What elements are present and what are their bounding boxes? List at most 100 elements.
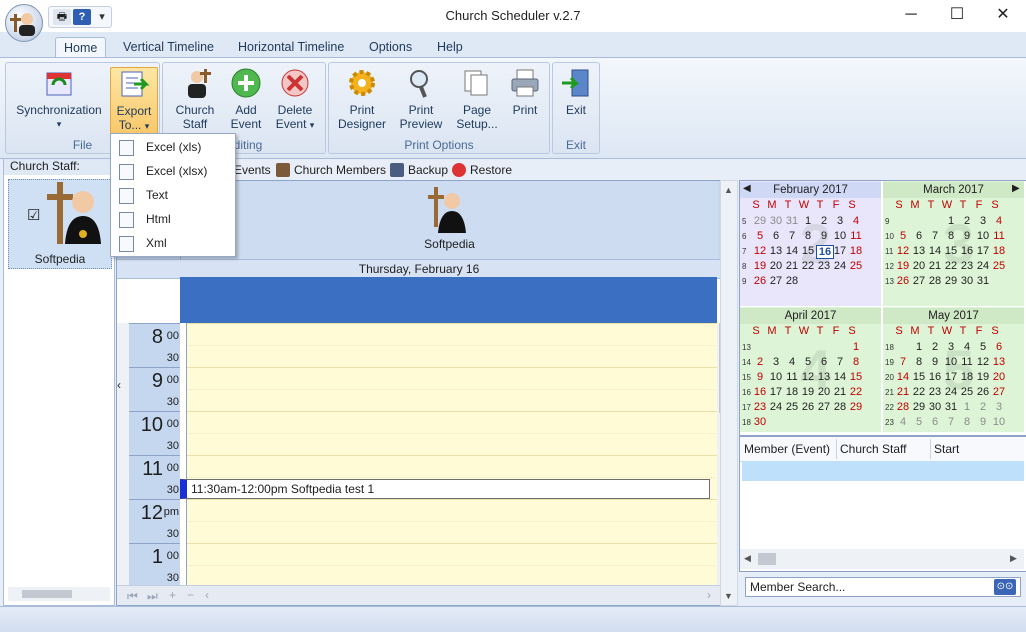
time-grid[interactable] [180,323,718,585]
column-start[interactable]: Start [934,442,959,456]
calendar-day[interactable]: 8 [943,230,959,242]
calendar-day[interactable]: 4 [991,215,1007,227]
left-panel-scrollbar[interactable] [8,587,110,601]
calendar-day[interactable]: 1 [800,215,816,227]
calendar-day[interactable]: 10 [991,416,1007,428]
calendar-day[interactable]: 25 [959,386,975,398]
calendar-day[interactable]: 22 [943,260,959,272]
calendar-day[interactable]: 19 [752,260,768,272]
calendar-day[interactable]: 28 [927,275,943,287]
calendar-day[interactable]: 30 [768,215,784,227]
calendar-day[interactable]: 24 [768,401,784,413]
calendar-day[interactable]: 23 [927,386,943,398]
calendar-day[interactable]: 12 [800,371,816,383]
calendar-day[interactable]: 20 [991,371,1007,383]
calendar-day[interactable]: 8 [848,356,864,368]
restore-button[interactable]: Restore [452,162,512,178]
calendar-day[interactable]: 8 [959,416,975,428]
calendar-day[interactable]: 21 [832,386,848,398]
calendar-day[interactable]: 18 [959,371,975,383]
print-button[interactable]: Print [505,67,545,133]
calendar-day[interactable]: 9 [975,416,991,428]
calendar-day[interactable]: 10 [943,356,959,368]
synchronization-button[interactable]: Synchronization ▾ [10,67,108,133]
calendar-day[interactable]: 31 [975,275,991,287]
tab-help[interactable]: Help [429,37,471,58]
events-button[interactable]: Events [234,162,271,178]
print-preview-button[interactable]: Print Preview [393,67,449,133]
calendar-day[interactable]: 4 [959,341,975,353]
calendar-day[interactable]: 17 [975,245,991,257]
calendar-day[interactable]: 24 [943,386,959,398]
calendar-day[interactable]: 6 [768,230,784,242]
calendar-day[interactable]: 5 [800,356,816,368]
calendar-day[interactable]: 2 [752,356,768,368]
column-church-staff[interactable]: Church Staff [840,442,906,456]
add-button[interactable]: + [169,588,176,602]
calendar-day[interactable]: 17 [832,245,848,257]
calendar-day[interactable]: 16 [752,386,768,398]
calendar-day[interactable]: 5 [975,341,991,353]
backup-button[interactable]: Backup [390,162,448,178]
calendar-day[interactable]: 1 [848,341,864,353]
calendar-day[interactable]: 6 [991,341,1007,353]
calendar-day[interactable]: 27 [991,386,1007,398]
calendar-day[interactable]: 1 [943,215,959,227]
first-button[interactable]: ⏮ [127,589,138,604]
staff-card[interactable]: ☑ Softpedia [8,179,112,269]
exit-button[interactable]: Exit [556,67,596,133]
calendar-day[interactable]: 29 [943,275,959,287]
calendar-day[interactable]: 2 [927,341,943,353]
calendar-day[interactable]: 31 [943,401,959,413]
calendar-day[interactable]: 18 [848,245,864,257]
calendar-day[interactable]: 18 [784,386,800,398]
calendar-day[interactable]: 28 [895,401,911,413]
calendar-day[interactable]: 7 [943,416,959,428]
calendar-day[interactable]: 9 [927,356,943,368]
calendar-day[interactable]: 25 [848,260,864,272]
calendar-day[interactable]: 29 [752,215,768,227]
calendar-day[interactable]: 3 [768,356,784,368]
calendar-day[interactable]: 9 [959,230,975,242]
help-icon[interactable]: ? [73,9,91,25]
calendar-day[interactable]: 26 [895,275,911,287]
collapse-arrow-icon[interactable]: ‹ [117,378,121,392]
application-menu-button[interactable] [5,4,43,42]
calendar-day[interactable]: 25 [991,260,1007,272]
calendar-day[interactable]: 20 [768,260,784,272]
menu-item-xml[interactable]: Xml [113,232,231,254]
calendar-day[interactable]: 21 [927,260,943,272]
calendar-day[interactable]: 19 [800,386,816,398]
time-scrollbar[interactable]: ‹ [117,323,129,585]
column-member-event[interactable]: Member (Event) [744,442,830,456]
remove-button[interactable]: − [187,588,194,602]
maximize-button[interactable]: ☐ [934,0,980,32]
calendar-day[interactable]: 16 [959,245,975,257]
calendar-day[interactable]: 20 [911,260,927,272]
calendar-day[interactable]: 24 [975,260,991,272]
delete-event-button[interactable]: Delete Event ▾ [269,67,321,133]
calendar-day[interactable]: 22 [848,386,864,398]
calendar-day[interactable]: 4 [848,215,864,227]
calendar-day[interactable]: 3 [832,215,848,227]
calendar-day[interactable]: 7 [784,230,800,242]
calendar-day[interactable]: 8 [911,356,927,368]
calendar-day[interactable]: 14 [927,245,943,257]
calendar-day[interactable]: 15 [848,371,864,383]
calendar-day[interactable]: 23 [816,260,832,272]
calendar-day[interactable]: 5 [895,230,911,242]
calendar-day[interactable]: 22 [911,386,927,398]
calendar-day[interactable]: 14 [832,371,848,383]
calendar-day[interactable]: 27 [768,275,784,287]
day-view-scrollbar[interactable]: ▲ ▼ [720,180,738,606]
scroll-left-button[interactable]: ‹ [205,588,209,602]
church-members-button[interactable]: Church Members [276,162,386,178]
calendar-day[interactable]: 30 [959,275,975,287]
calendar-day[interactable]: 17 [943,371,959,383]
calendar-day[interactable]: 28 [832,401,848,413]
calendar-day[interactable]: 22 [800,260,816,272]
calendar-day[interactable]: 27 [816,401,832,413]
calendar-day[interactable]: 12 [975,356,991,368]
calendar-day[interactable]: 11 [784,371,800,383]
member-search-input[interactable]: Member Search... [745,577,1021,597]
